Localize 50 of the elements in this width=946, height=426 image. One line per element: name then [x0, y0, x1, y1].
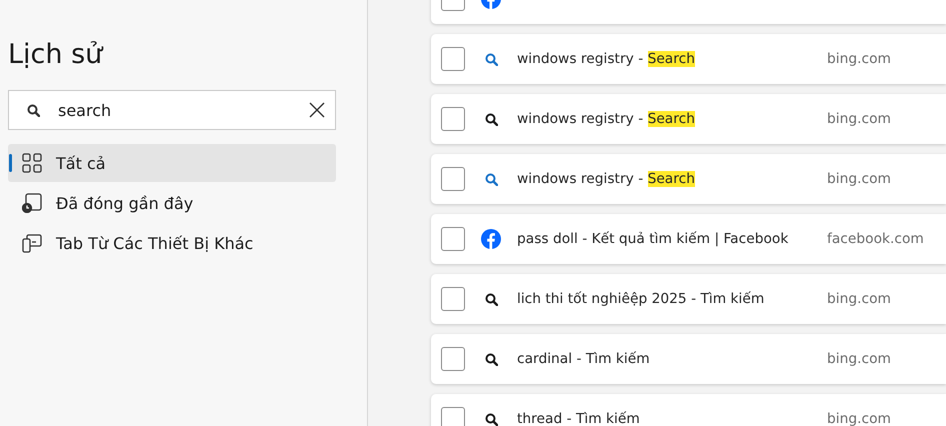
row-checkbox[interactable] [441, 287, 465, 311]
domain-text: bing.com [827, 111, 891, 127]
recent-tabs-icon [22, 193, 42, 213]
page-title-text: windows registry - Search [517, 171, 696, 187]
facebook-icon [481, 229, 501, 249]
close-icon[interactable] [309, 102, 325, 118]
domain-text: bing.com [827, 411, 891, 426]
page-title-text: cardinal - Tìm kiếm [517, 351, 651, 367]
search-icon [484, 172, 498, 186]
row-checkbox[interactable] [441, 347, 465, 371]
page-title-text: lich thi tốt nghiêệp 2025 - Tìm kiếm [517, 291, 766, 307]
history-row[interactable]: windows registry - Search bing.com [431, 154, 946, 204]
history-row[interactable]: windows registry - Search bing.com [431, 94, 946, 144]
search-icon [27, 104, 40, 116]
row-checkbox[interactable] [441, 167, 465, 191]
page-title-text: pass doll - Kết quả tìm kiếm | Facebook [517, 231, 790, 247]
devices-icon [22, 233, 42, 253]
domain-text: bing.com [827, 291, 891, 307]
search-icon [484, 292, 498, 306]
history-row[interactable]: windows registry - Search bing.com [431, 34, 946, 84]
history-row[interactable]: pass doll - Kết quả tìm kiếm | Facebook facebook.com [431, 214, 946, 264]
row-checkbox[interactable] [441, 227, 465, 251]
nav-item[interactable]: Tab Từ Các Thiết Bị Khác [8, 224, 336, 262]
history-row[interactable]: thread - Tìm kiếm bing.com [431, 394, 946, 426]
history-row[interactable]: cardinal - Tìm kiếm bing.com [431, 334, 946, 384]
page-title: Lịch sử [8, 38, 104, 72]
search-bar[interactable]: search [8, 90, 336, 130]
search-icon [484, 412, 498, 426]
history-row[interactable]: lich thi tốt nghiêệp 2025 - Tìm kiếm bing.com [431, 274, 946, 324]
page-title-text: thread - Tìm kiếm [517, 411, 641, 426]
nav-label: Tất cả [56, 154, 106, 172]
page-title-text: windows registry - Search [517, 51, 696, 67]
nav-item[interactable]: Tất cả [8, 144, 336, 182]
search-input[interactable]: search [58, 100, 309, 120]
grid-icon [22, 153, 42, 173]
selection-indicator [9, 154, 12, 172]
row-checkbox[interactable] [441, 107, 465, 131]
row-checkbox[interactable] [441, 407, 465, 426]
nav-label: Tab Từ Các Thiết Bị Khác [56, 234, 254, 252]
nav-item[interactable]: Đã đóng gần đây [8, 184, 336, 222]
domain-text: bing.com [827, 51, 891, 67]
search-icon [484, 112, 498, 126]
search-icon [484, 52, 498, 66]
domain-text: bing.com [827, 351, 891, 367]
domain-text: facebook.com [827, 231, 924, 247]
row-checkbox[interactable] [441, 47, 465, 71]
search-icon [484, 352, 498, 366]
domain-text: bing.com [827, 171, 891, 187]
nav-label: Đã đóng gần đây [56, 194, 194, 212]
page-title-text: windows registry - Search [517, 111, 696, 127]
